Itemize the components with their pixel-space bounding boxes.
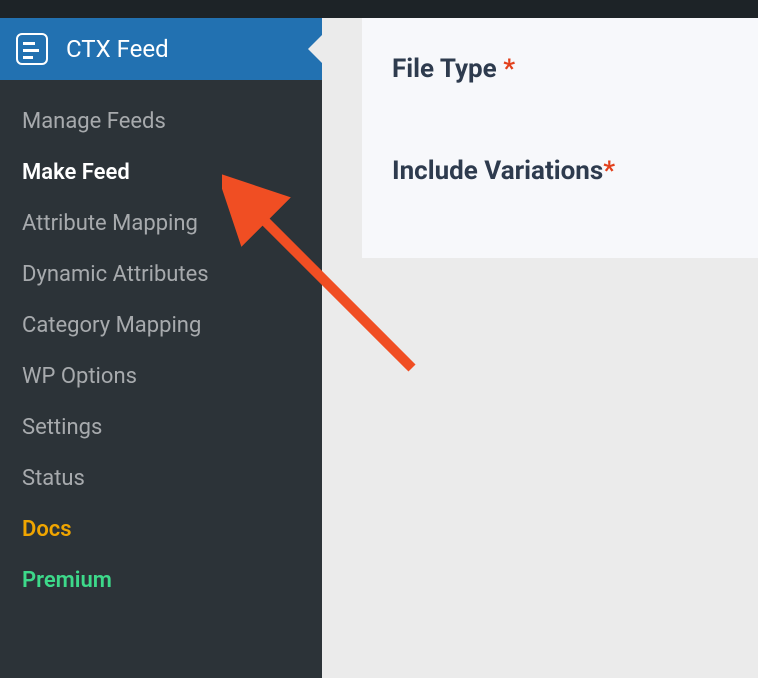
main-container: CTX Feed Manage Feeds Make Feed Attribut… — [0, 18, 758, 678]
admin-topbar — [0, 0, 758, 18]
sidebar-item-label: Manage Feeds — [22, 109, 166, 134]
sidebar-item-manage-feeds[interactable]: Manage Feeds — [0, 96, 322, 147]
sidebar-menu: Manage Feeds Make Feed Attribute Mapping… — [0, 80, 322, 622]
sidebar-item-label: Status — [22, 466, 85, 491]
feed-document-icon — [16, 33, 48, 65]
sidebar-item-premium[interactable]: Premium — [0, 555, 322, 606]
sidebar-item-docs[interactable]: Docs — [0, 504, 322, 555]
sidebar-item-category-mapping[interactable]: Category Mapping — [0, 300, 322, 351]
sidebar-item-make-feed[interactable]: Make Feed — [0, 147, 322, 198]
field-include-variations: Include Variations* — [392, 156, 728, 186]
sidebar-item-dynamic-attributes[interactable]: Dynamic Attributes — [0, 249, 322, 300]
sidebar: CTX Feed Manage Feeds Make Feed Attribut… — [0, 18, 322, 678]
sidebar-item-label: Docs — [22, 517, 72, 542]
field-file-type: File Type * — [392, 54, 728, 84]
field-label: Include Variations — [392, 156, 603, 186]
sidebar-item-label: Make Feed — [22, 160, 130, 185]
field-label: File Type — [392, 54, 503, 84]
sidebar-item-label: WP Options — [22, 364, 137, 389]
sidebar-header[interactable]: CTX Feed — [0, 18, 322, 80]
sidebar-item-label: Settings — [22, 415, 102, 440]
sidebar-item-wp-options[interactable]: WP Options — [0, 351, 322, 402]
content-area: File Type * Include Variations* — [322, 18, 758, 678]
required-indicator: * — [603, 156, 615, 186]
sidebar-title: CTX Feed — [66, 35, 169, 63]
sidebar-item-label: Premium — [22, 568, 112, 593]
sidebar-item-label: Dynamic Attributes — [22, 262, 209, 287]
sidebar-item-attribute-mapping[interactable]: Attribute Mapping — [0, 198, 322, 249]
sidebar-item-status[interactable]: Status — [0, 453, 322, 504]
content-panel: File Type * Include Variations* — [362, 18, 758, 258]
sidebar-item-settings[interactable]: Settings — [0, 402, 322, 453]
sidebar-item-label: Attribute Mapping — [22, 211, 198, 236]
sidebar-item-label: Category Mapping — [22, 313, 201, 338]
required-indicator: * — [503, 54, 515, 84]
